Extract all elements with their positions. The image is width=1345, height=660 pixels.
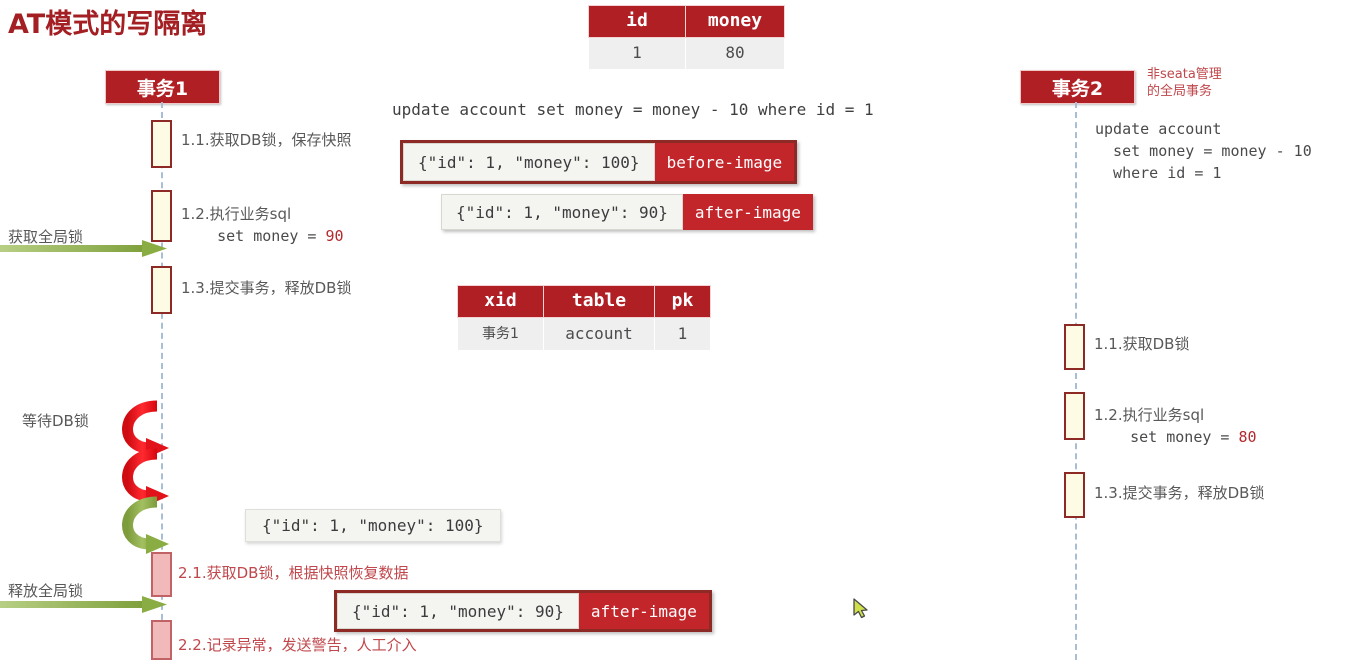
table-header-row: xid table pk xyxy=(457,285,711,318)
step-label-tx1-2-2: 2.2.记录异常，发送警告，人工介入 xyxy=(178,636,417,654)
note-tx2-non-seata: 非seata管理 的全局事务 xyxy=(1147,67,1222,99)
table-header-row: id money xyxy=(588,5,785,38)
before-image-callout: {"id": 1, "money": 100} before-image xyxy=(400,140,798,184)
step-label-tx1-1-2-line2: set money = 90 xyxy=(181,225,344,247)
activation-bar-tx2-1-3 xyxy=(1064,472,1085,518)
after-image-callout: {"id": 1, "money": 90} after-image xyxy=(441,194,813,230)
tx1-sql-statement: update account set money = money - 10 wh… xyxy=(392,100,874,119)
cell-xid: 事务1 xyxy=(457,317,544,351)
tx2-sql-line-2: set money = money - 10 xyxy=(1095,142,1312,160)
cell-pk: 1 xyxy=(654,317,711,351)
actor-box-tx2[interactable]: 事务2 xyxy=(1020,70,1135,104)
step-label-tx2-1-2-line2: set money = 80 xyxy=(1094,426,1257,448)
account-table: id money 1 80 xyxy=(588,5,785,70)
rollback-after-image-json: {"id": 1, "money": 90} xyxy=(337,593,579,629)
column-header-money: money xyxy=(685,5,785,38)
activation-bar-tx2-1-2 xyxy=(1064,392,1085,440)
step-label-tx1-1-3: 1.3.提交事务，释放DB锁 xyxy=(181,279,352,297)
step-tx1-1-2-setmoney: set money = xyxy=(181,227,326,245)
activation-bar-tx1-1-1 xyxy=(151,120,172,168)
global-lock-table: xid table pk 事务1 account 1 xyxy=(457,285,711,351)
spiral-wait-arrows xyxy=(122,400,169,554)
step-label-tx1-1-2-line1: 1.2.执行业务sql xyxy=(181,205,292,223)
rollback-after-image-tag: after-image xyxy=(590,601,697,621)
rollback-snapshot-json: {"id": 1, "money": 100} xyxy=(245,509,501,542)
rollback-after-image-callout: {"id": 1, "money": 90} after-image xyxy=(334,590,712,632)
slide-canvas: AT模式的写隔离 id money 1 80 事务1 update accoun… xyxy=(0,0,1345,660)
activation-bar-tx1-1-3 xyxy=(151,266,172,314)
table-row: 事务1 account 1 xyxy=(457,317,711,351)
step-label-tx1-1-1: 1.1.获取DB锁，保存快照 xyxy=(181,131,352,149)
mouse-cursor xyxy=(853,598,868,619)
arrow-acquire-global-lock xyxy=(0,240,167,257)
column-header-pk: pk xyxy=(654,285,711,318)
tx2-sql-line-3: where id = 1 xyxy=(1095,164,1222,182)
activation-bar-tx1-1-2 xyxy=(151,190,172,242)
step-label-tx1-1-2: 1.2.执行业务sql set money = 90 xyxy=(181,204,344,247)
step-label-tx2-1-2: 1.2.执行业务sql set money = 80 xyxy=(1094,405,1257,448)
step-label-tx2-1-3: 1.3.提交事务，释放DB锁 xyxy=(1094,484,1265,502)
column-header-table: table xyxy=(543,285,655,318)
after-image-tag: after-image xyxy=(694,202,801,222)
activation-bar-tx1-2-1 xyxy=(151,552,172,597)
step-label-tx2-1-2-line1: 1.2.执行业务sql xyxy=(1094,406,1205,424)
after-image-json: {"id": 1, "money": 90} xyxy=(441,194,683,230)
activation-bar-tx1-2-2 xyxy=(151,620,172,660)
arrow-release-global-lock xyxy=(0,596,167,613)
actor-box-tx1[interactable]: 事务1 xyxy=(105,70,220,104)
step-tx1-1-2-value: 90 xyxy=(325,227,344,245)
table-row: 1 80 xyxy=(588,37,785,70)
page-title: AT模式的写隔离 xyxy=(8,9,208,40)
lifeline-tx2 xyxy=(1075,102,1077,660)
label-wait-db-lock: 等待DB锁 xyxy=(22,412,89,430)
before-image-tag: before-image xyxy=(666,152,783,172)
cell-money: 80 xyxy=(685,37,785,70)
step-label-tx1-2-1: 2.1.获取DB锁，根据快照恢复数据 xyxy=(178,564,409,582)
before-image-json: {"id": 1, "money": 100} xyxy=(403,143,655,181)
tx2-sql-line-1: update account xyxy=(1095,120,1222,138)
column-header-xid: xid xyxy=(457,285,544,318)
account-table-grid: id money 1 80 xyxy=(588,5,785,70)
cell-id: 1 xyxy=(588,37,686,70)
cell-table: account xyxy=(543,317,655,351)
step-tx2-1-2-value: 80 xyxy=(1238,428,1257,446)
column-header-id: id xyxy=(588,5,686,38)
global-lock-table-grid: xid table pk 事务1 account 1 xyxy=(457,285,711,351)
activation-bar-tx2-1-1 xyxy=(1064,324,1085,370)
tx2-sql-block: update account set money = money - 10 wh… xyxy=(1095,118,1312,184)
step-tx2-1-2-setmoney: set money = xyxy=(1094,428,1239,446)
step-label-tx2-1-1: 1.1.获取DB锁 xyxy=(1094,335,1190,353)
